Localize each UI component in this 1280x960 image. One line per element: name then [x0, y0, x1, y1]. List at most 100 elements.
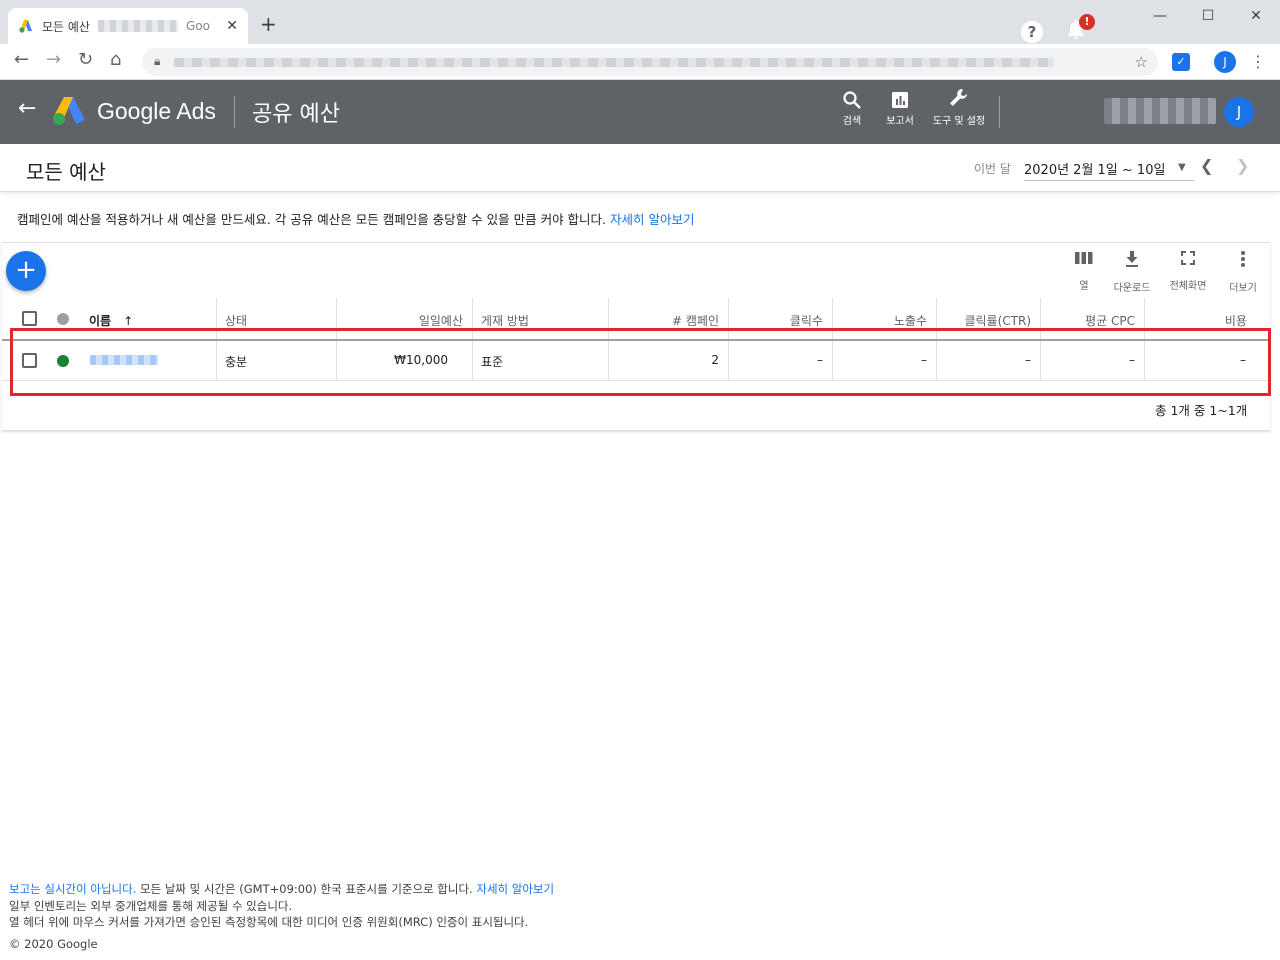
footer-line-3: 열 헤더 위에 마우스 커서를 가져가면 승인된 측정항목에 대한 미디어 인증…	[9, 915, 529, 929]
cell-clicks: –	[728, 341, 832, 381]
cell-campaigns[interactable]: 2	[608, 341, 728, 381]
tab-close-icon[interactable]: ✕	[226, 18, 238, 34]
sort-ascending-icon: ↑	[123, 314, 134, 328]
info-text: 캠페인에 예산을 적용하거나 새 예산을 만드세요. 각 공유 예산은 모든 캠…	[17, 212, 610, 227]
new-tab-button[interactable]: +	[260, 14, 277, 34]
cell-status: 충분	[216, 341, 336, 381]
timezone-note: 모든 날짜 및 시간은 (GMT+09:00) 한국 표준시를 기준으로 합니다…	[136, 882, 477, 896]
app-header: ← Google Ads 공유 예산 검색 보고서 도구 및 설정	[0, 80, 1280, 144]
google-ads-logo	[52, 96, 86, 126]
column-header-cost[interactable]: 비용	[1144, 298, 1264, 340]
lock-icon: 🔒︎	[154, 54, 161, 68]
google-ads-favicon-icon	[18, 18, 34, 34]
search-tool-button[interactable]: 검색	[838, 90, 866, 128]
tools-settings-button[interactable]: 도구 및 설정	[932, 86, 986, 128]
search-tool-label: 검색	[842, 116, 862, 127]
add-budget-button[interactable]: +	[6, 251, 46, 291]
column-header-status[interactable]: 상태	[216, 298, 336, 340]
column-header-ctr[interactable]: 클릭률(CTR)	[936, 298, 1040, 340]
more-label: 더보기	[1229, 283, 1257, 294]
brand-name: Google Ads	[97, 98, 216, 124]
column-header-avg-cpc[interactable]: 평균 CPC	[1040, 298, 1144, 340]
next-period-icon[interactable]: ❯	[1236, 156, 1249, 175]
browser-profile-icon[interactable]: J	[1214, 51, 1236, 73]
page-heading: 공유 예산	[252, 102, 340, 127]
download-label: 다운로드	[1113, 283, 1151, 294]
column-header-delivery[interactable]: 게재 방법	[472, 298, 608, 340]
extension-icon[interactable]: ✓	[1172, 53, 1190, 71]
footer-line-1: 보고는 실시간이 아닙니다. 모든 날짜 및 시간은 (GMT+09:00) 한…	[9, 881, 554, 898]
more-button[interactable]: 더보기	[1218, 250, 1268, 294]
cell-ctr: –	[936, 341, 1040, 381]
tools-settings-label: 도구 및 설정	[932, 116, 986, 127]
row-separator	[2, 380, 1270, 381]
fullscreen-label: 전체화면	[1169, 281, 1207, 292]
info-message: 캠페인에 예산을 적용하거나 새 예산을 만드세요. 각 공유 예산은 모든 캠…	[17, 209, 694, 228]
column-header-campaigns[interactable]: # 캠페인	[608, 298, 728, 340]
browser-toolbar: ← → ↻ ⌂ 🔒︎ ☆ ✓ J ⋮	[0, 44, 1280, 80]
address-bar[interactable]: 🔒︎ ☆	[142, 48, 1158, 76]
url-redacted	[174, 58, 1054, 67]
column-header-name[interactable]: 이름 ↑	[80, 298, 216, 340]
date-dropdown-icon[interactable]: ▼	[1178, 162, 1186, 173]
more-vert-icon	[1218, 250, 1268, 273]
download-icon	[1107, 250, 1157, 273]
copyright: © 2020 Google	[9, 936, 98, 951]
wrench-icon	[932, 86, 986, 114]
notification-badge: !	[1079, 14, 1095, 30]
reports-tool-label: 보고서	[886, 116, 914, 127]
help-icon[interactable]: ?	[1021, 21, 1043, 43]
cell-avg-cpc: –	[1040, 341, 1144, 381]
cell-daily-budget[interactable]: ₩10,000	[336, 341, 472, 381]
home-icon[interactable]: ⌂	[110, 51, 121, 69]
page-title-bar: 모든 예산 이번 달 2020년 2월 1일 ~ 10일 ▼ ❮ ❯	[0, 144, 1280, 192]
bookmark-star-icon[interactable]: ☆	[1135, 53, 1148, 71]
columns-button[interactable]: 열	[1059, 250, 1109, 292]
status-header-dot	[57, 313, 69, 325]
cell-impressions: –	[832, 341, 936, 381]
back-arrow-icon[interactable]: ←	[18, 98, 36, 120]
minimize-button[interactable]: —	[1136, 8, 1184, 24]
browser-tab[interactable]: 모든 예산 Goo ✕	[8, 8, 248, 44]
tab-title: 모든 예산	[42, 19, 90, 34]
window-controls: — ☐ ✕	[1136, 8, 1280, 24]
close-window-button[interactable]: ✕	[1232, 8, 1280, 24]
date-range-label: 이번 달	[974, 162, 1011, 176]
row-status-dot	[57, 355, 69, 367]
column-header-impressions[interactable]: 노출수	[832, 298, 936, 340]
learn-more-link[interactable]: 자세히 알아보기	[610, 212, 694, 227]
select-all-checkbox[interactable]	[22, 311, 37, 326]
column-header-clicks[interactable]: 클릭수	[728, 298, 832, 340]
browser-menu-icon[interactable]: ⋮	[1250, 52, 1266, 71]
footer-line-2: 일부 인벤토리는 외부 중개업체를 통해 제공될 수 있습니다.	[9, 898, 293, 913]
header-divider-2	[999, 96, 1000, 128]
pagination-summary: 총 1개 중 1~1개	[1155, 403, 1248, 418]
account-name-redacted	[1104, 98, 1216, 124]
not-realtime-link[interactable]: 보고는 실시간이 아닙니다.	[9, 882, 136, 896]
account-avatar[interactable]: J	[1224, 97, 1254, 127]
date-range-picker[interactable]: 2020년 2월 1일 ~ 10일	[1024, 159, 1165, 178]
reports-tool-button[interactable]: 보고서	[882, 90, 918, 128]
tab-title-suffix: Goo	[185, 19, 210, 33]
reports-icon	[882, 90, 918, 114]
page-footer: 보고는 실시간이 아닙니다. 모든 날짜 및 시간은 (GMT+09:00) 한…	[9, 881, 554, 952]
fullscreen-icon	[1163, 250, 1213, 271]
footer-learn-more-link[interactable]: 자세히 알아보기	[476, 882, 554, 896]
browser-back-icon[interactable]: ←	[14, 51, 29, 69]
search-icon	[838, 90, 866, 114]
column-header-daily-budget[interactable]: 일일예산	[336, 298, 472, 340]
columns-label: 열	[1079, 281, 1089, 292]
budget-name-link-redacted[interactable]	[90, 355, 158, 365]
row-checkbox[interactable]	[22, 353, 37, 368]
date-range-underline	[1024, 180, 1194, 181]
reload-icon[interactable]: ↻	[78, 51, 93, 69]
cell-delivery: 표준	[472, 341, 608, 381]
maximize-button[interactable]: ☐	[1184, 8, 1232, 24]
previous-period-icon[interactable]: ❮	[1200, 156, 1213, 175]
download-button[interactable]: 다운로드	[1107, 250, 1157, 294]
browser-forward-icon[interactable]: →	[46, 51, 61, 69]
columns-icon	[1059, 250, 1109, 271]
tab-title-redacted	[97, 20, 178, 32]
fullscreen-button[interactable]: 전체화면	[1163, 250, 1213, 292]
page-title: 모든 예산	[26, 160, 106, 184]
